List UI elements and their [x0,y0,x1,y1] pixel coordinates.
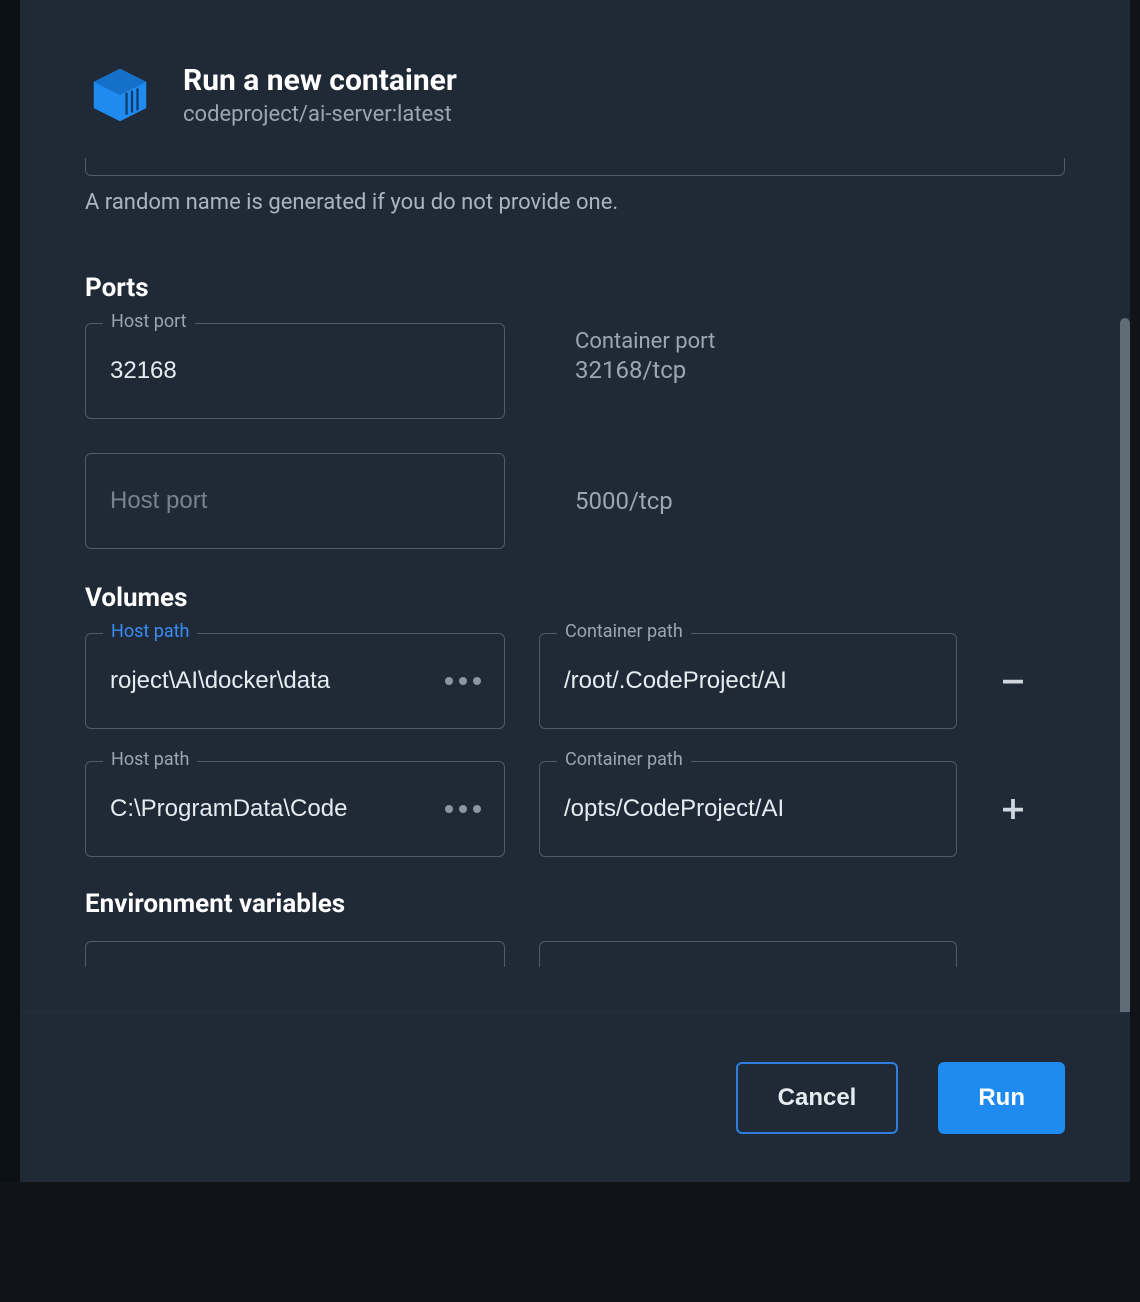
host-path-label: Host path [103,749,197,770]
container-path-field: Container path [539,761,957,857]
scrollbar-thumb[interactable] [1120,318,1130,1012]
dialog-title: Run a new container [183,63,457,98]
container-port-value: 32168/tcp [575,356,715,384]
container-name-input-partial[interactable] [85,158,1065,176]
container-path-input[interactable] [539,633,957,729]
ellipsis-icon [473,677,481,685]
plus-icon [998,794,1028,824]
env-heading: Environment variables [85,889,1065,919]
port-row: 5000/tcp [85,453,1065,549]
host-path-field: Host path [85,761,505,857]
ellipsis-icon [445,677,453,685]
run-button[interactable]: Run [938,1062,1065,1134]
host-port-label: Host port [103,311,195,332]
host-port-field: Host port [85,323,505,419]
env-section: Environment variables [85,889,1065,967]
add-volume-button[interactable] [991,787,1035,831]
host-port-input[interactable] [85,323,505,419]
host-path-label: Host path [103,621,197,642]
container-port-display: 5000/tcp [575,453,673,515]
image-name: codeproject/ai-server:latest [183,102,457,127]
env-variable-input-partial[interactable] [85,941,505,967]
container-path-field: Container path [539,633,957,729]
container-port-display: Container port 32168/tcp [575,323,715,384]
host-path-field: Host path [85,633,505,729]
scroll-area: A random name is generated if you do not… [20,158,1130,1012]
remove-volume-button[interactable] [991,659,1035,703]
container-port-value: 5000/tcp [575,459,673,515]
dialog-header: Run a new container codeproject/ai-serve… [20,0,1130,158]
container-path-input[interactable] [539,761,957,857]
run-container-dialog: Run a new container codeproject/ai-serve… [20,0,1130,1182]
container-icon [85,60,155,130]
volume-row: Host path Container path [85,633,1065,729]
port-row: Host port Container port 32168/tcp [85,323,1065,419]
browse-button[interactable] [433,665,493,697]
env-value-input-partial[interactable] [539,941,957,967]
container-port-label: Container port [575,329,715,354]
volumes-heading: Volumes [85,583,1065,613]
dialog-footer: Cancel Run [20,1012,1130,1182]
ellipsis-icon [473,805,481,813]
background-strip [0,0,20,1182]
host-port-input[interactable] [85,453,505,549]
container-path-label: Container path [557,749,691,770]
name-hint: A random name is generated if you do not… [85,190,1065,215]
cancel-button[interactable]: Cancel [736,1062,899,1134]
ellipsis-icon [459,805,467,813]
header-text: Run a new container codeproject/ai-serve… [183,63,457,127]
ellipsis-icon [445,805,453,813]
host-port-field [85,453,505,549]
minus-icon [1003,680,1023,684]
container-path-label: Container path [557,621,691,642]
ellipsis-icon [459,677,467,685]
ports-heading: Ports [85,273,1065,303]
volume-row: Host path Container path [85,761,1065,857]
browse-button[interactable] [433,793,493,825]
env-row-partial [85,941,1065,967]
